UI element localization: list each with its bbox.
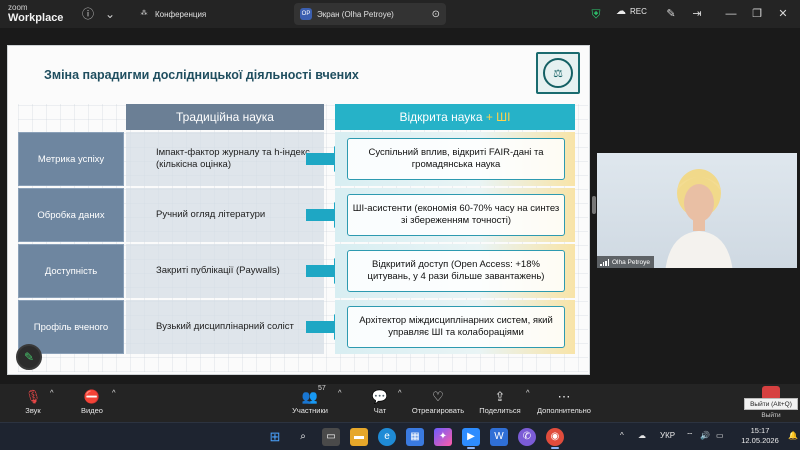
microphone-muted-icon: 🎙 (24, 389, 42, 404)
chat-options-caret[interactable]: ^ (398, 388, 402, 397)
header-traditional: Традиційна наука (126, 104, 324, 130)
row-open-profile: Архітектор міждисциплінарних систем, яки… (335, 300, 575, 354)
more-button[interactable]: ⋯ Дополнительно (534, 388, 594, 415)
system-clock[interactable]: 15:17 12.05.2026 (735, 426, 785, 446)
row-traditional-profile: Вузький дисциплінарний соліст (126, 300, 324, 354)
chat-button[interactable]: 💬 Чат (366, 388, 394, 415)
row-open-data: ШІ-асистенти (економія 60-70% часу на си… (335, 188, 575, 242)
edge-browser-icon[interactable]: e (378, 428, 396, 446)
more-icon: ⋯ (557, 389, 571, 404)
leave-tooltip: Выйти (Alt+Q) (744, 398, 798, 410)
header-open-science: Відкрита наука + ШІ (335, 104, 575, 130)
volume-icon[interactable]: 🔊 (700, 431, 710, 440)
video-button[interactable]: ⛔ Видео (76, 388, 108, 415)
participants-options-caret[interactable]: ^ (338, 388, 342, 397)
shield-icon[interactable]: ⛨ (588, 6, 604, 22)
viber-icon[interactable]: ✆ (518, 428, 536, 446)
row-open-metric: Суспільний вплив, відкриті FAIR-дані та … (335, 132, 575, 186)
language-indicator[interactable]: УКР (660, 431, 675, 440)
tab-screen-share[interactable]: OP Экран (Olha Petroye) ⊙ (294, 3, 446, 25)
annotate-pen-button[interactable]: ✎ (16, 344, 42, 370)
heart-icon: ♡ (432, 389, 444, 404)
windows-start-icon[interactable]: ⊞ (266, 428, 284, 446)
participant-video-image (665, 169, 733, 268)
minimize-button[interactable]: — (722, 5, 740, 23)
avatar-initials: OP (300, 8, 312, 20)
zoom-logo: zoom Workplace (8, 3, 64, 24)
word-icon[interactable]: W (490, 428, 508, 446)
participants-count: 57 (318, 385, 326, 392)
battery-icon[interactable]: ▭ (716, 431, 724, 440)
close-button[interactable]: ✕ (774, 5, 792, 23)
search-icon[interactable]: ⌕ (294, 428, 312, 446)
windows-taskbar: ⊞ ⌕ ▭ ▬ e ▦ ✦ ▶ W ✆ ◉ ^ ☁ УКР ⌔ 🔊 ▭ 15:1… (0, 422, 800, 450)
react-button[interactable]: ♡ Отреагировать (410, 388, 466, 415)
people-icon: ⁂ (140, 10, 148, 17)
recording-indicator[interactable]: ☁ REC (616, 6, 647, 17)
restore-button[interactable]: ❐ (748, 5, 766, 23)
audio-options-caret[interactable]: ^ (50, 388, 54, 397)
row-label-data: Обробка даних (18, 188, 124, 242)
camera-off-icon: ⛔ (83, 389, 101, 404)
copilot-icon[interactable]: ✦ (434, 428, 452, 446)
store-icon[interactable]: ▦ (406, 428, 424, 446)
row-traditional-metric: Імпакт-фактор журналу та h-індекс (кільк… (126, 132, 324, 186)
wifi-icon[interactable]: ⌔ (686, 431, 694, 441)
participant-name-tag: Olha Petroye (597, 256, 654, 268)
share-button[interactable]: ⇪ Поделиться (476, 388, 524, 415)
signal-bars-icon (600, 258, 609, 266)
audio-button[interactable]: 🎙 Звук (18, 388, 48, 415)
pen-icon[interactable]: ✎ (662, 5, 680, 23)
university-emblem-icon: ⚖ (536, 52, 580, 94)
participant-video-tile[interactable]: Olha Petroye (597, 153, 797, 268)
row-traditional-access: Закриті публікації (Paywalls) (126, 244, 324, 298)
cloud-icon: ☁ (616, 6, 626, 17)
slide-title: Зміна парадигми дослідницької діяльності… (44, 68, 359, 82)
row-label-access: Доступність (18, 244, 124, 298)
share-options-caret[interactable]: ^ (526, 388, 530, 397)
tab-conference[interactable]: ⁂ Конференция (132, 3, 282, 25)
share-screen-icon: ⇪ (494, 389, 506, 404)
info-icon[interactable]: ⓘ (80, 6, 96, 22)
video-options-caret[interactable]: ^ (112, 388, 116, 397)
resize-handle[interactable] (592, 196, 596, 214)
row-open-access: Відкритий доступ (Open Access: +18% циту… (335, 244, 575, 298)
chrome-icon[interactable]: ◉ (546, 428, 564, 449)
shared-screen-stage: Зміна парадигми дослідницької діяльності… (0, 28, 800, 384)
notifications-icon[interactable]: 🔔 (788, 431, 798, 440)
title-bar: zoom Workplace ⓘ ⌄ ⁂ Конференция OP Экра… (0, 0, 800, 28)
presentation-slide: Зміна парадигми дослідницької діяльності… (7, 45, 590, 375)
more-dots-icon[interactable]: ⊙ (432, 9, 440, 20)
row-label-metric: Метрика успіху (18, 132, 124, 186)
zoom-taskbar-icon[interactable]: ▶ (462, 428, 480, 449)
tray-chevron-icon[interactable]: ^ (620, 431, 624, 440)
exit-fullscreen-icon[interactable]: ⇥ (688, 5, 706, 23)
file-explorer-icon[interactable]: ▬ (350, 428, 368, 446)
cloud-icon[interactable]: ☁ (638, 431, 646, 440)
chevron-down-icon[interactable]: ⌄ (102, 6, 118, 22)
row-traditional-data: Ручний огляд літератури (126, 188, 324, 242)
participants-button[interactable]: 👥 Участники (290, 388, 330, 415)
chat-icon: 💬 (371, 389, 389, 404)
meeting-toolbar: 🎙 Звук ^ ⛔ Видео ^ 👥 Участники 57 ^ 💬 Ча… (0, 384, 800, 422)
task-view-icon[interactable]: ▭ (322, 428, 340, 446)
